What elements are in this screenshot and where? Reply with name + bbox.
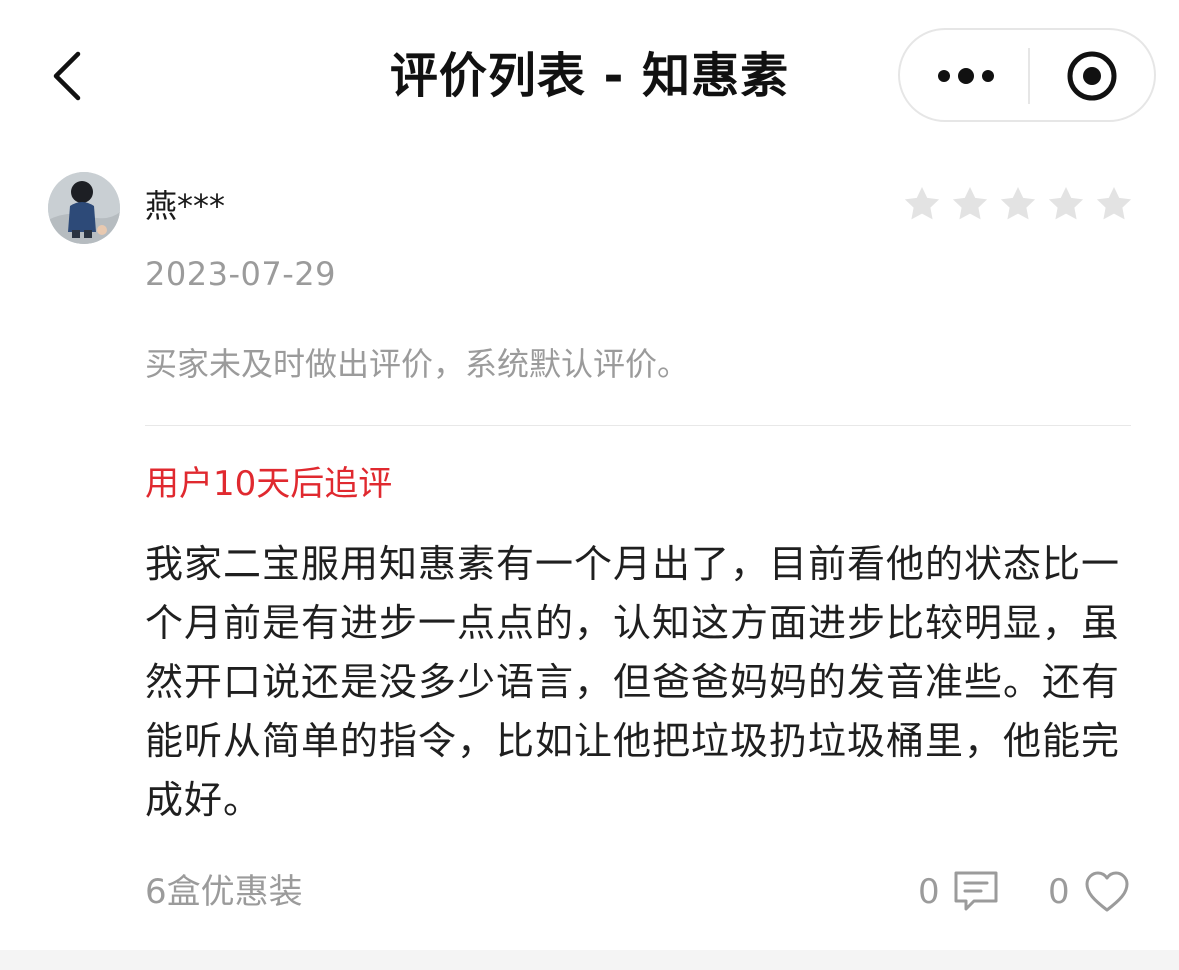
navigation-bar: 评价列表 - 知惠素	[0, 0, 1179, 150]
heart-icon[interactable]	[1084, 870, 1130, 914]
star-icon	[1096, 187, 1132, 220]
divider	[145, 425, 1131, 426]
default-review-text: 买家未及时做出评价，系统默认评价。	[145, 345, 690, 383]
more-dots-icon	[938, 68, 994, 84]
more-button[interactable]	[900, 30, 1028, 120]
mini-program-capsule	[898, 28, 1156, 122]
avatar	[48, 172, 120, 244]
close-button[interactable]	[1030, 30, 1154, 120]
reviewer-name: 燕***	[145, 187, 226, 225]
user-avatar-image	[48, 172, 120, 244]
like-count: 0	[1048, 872, 1070, 912]
list-gap	[0, 950, 1179, 970]
star-icon	[904, 187, 940, 220]
comment-count: 0	[918, 872, 940, 912]
star-icon	[1048, 187, 1084, 220]
package-spec: 6盒优惠装	[145, 872, 303, 912]
star-icon	[1000, 187, 1036, 220]
followup-label: 用户10天后追评	[145, 464, 393, 504]
review-date: 2023-07-29	[145, 255, 336, 293]
chevron-left-icon	[53, 51, 81, 101]
comment-icon[interactable]	[952, 869, 1000, 915]
target-close-icon	[1067, 51, 1117, 101]
star-icon	[952, 187, 988, 220]
back-button[interactable]	[44, 44, 104, 108]
followup-review-text: 我家二宝服用知惠素有一个月出了，目前看他的状态比一个月前是有进步一点点的，认知这…	[145, 542, 1121, 822]
rating-stars	[902, 184, 1134, 228]
